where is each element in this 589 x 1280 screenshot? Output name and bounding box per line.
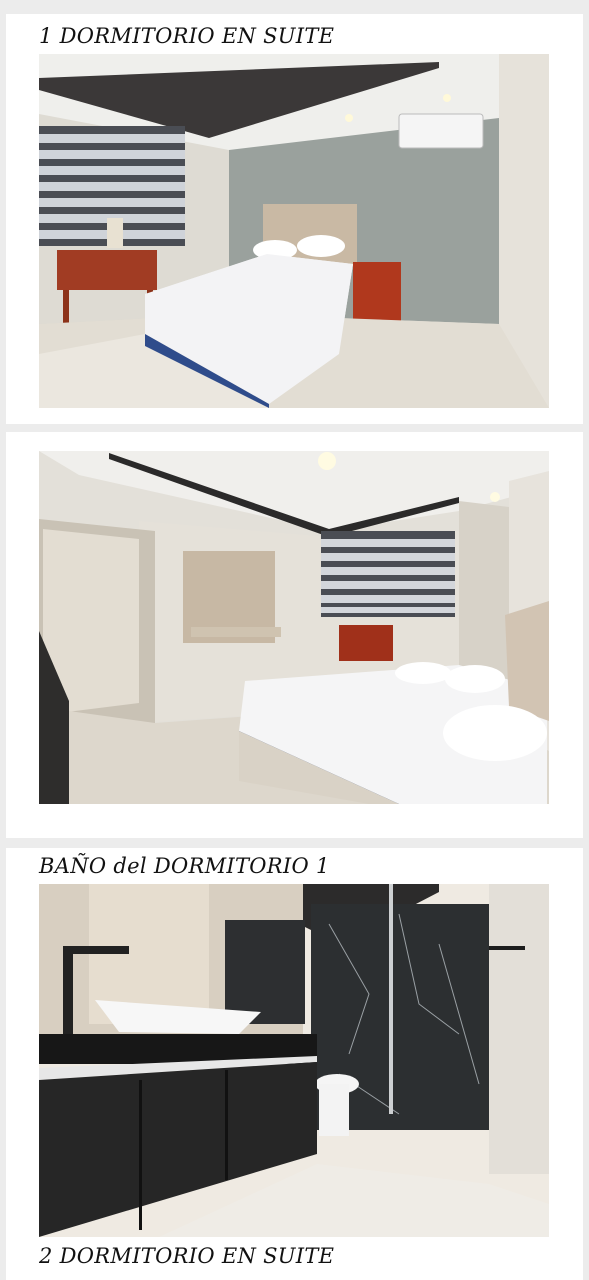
bedroom-photo-1 xyxy=(39,54,549,408)
section-card-1: 1 DORMITORIO EN SUITE xyxy=(6,14,583,424)
section-heading-2: BAÑO del DORMITORIO 1 xyxy=(39,854,330,878)
bedroom-photo-icon xyxy=(39,451,549,804)
section-card-2 xyxy=(6,432,583,838)
bathroom-photo xyxy=(39,884,549,1237)
bedroom-photo-icon xyxy=(39,54,549,408)
section-card-3: BAÑO del DORMITORIO 1 2 DORMITORIO EN SU… xyxy=(6,848,583,1280)
section-heading-3: 2 DORMITORIO EN SUITE xyxy=(39,1244,335,1268)
bathroom-photo-icon xyxy=(39,884,549,1237)
section-heading-1: 1 DORMITORIO EN SUITE xyxy=(39,24,335,48)
bedroom-photo-2 xyxy=(39,451,549,804)
